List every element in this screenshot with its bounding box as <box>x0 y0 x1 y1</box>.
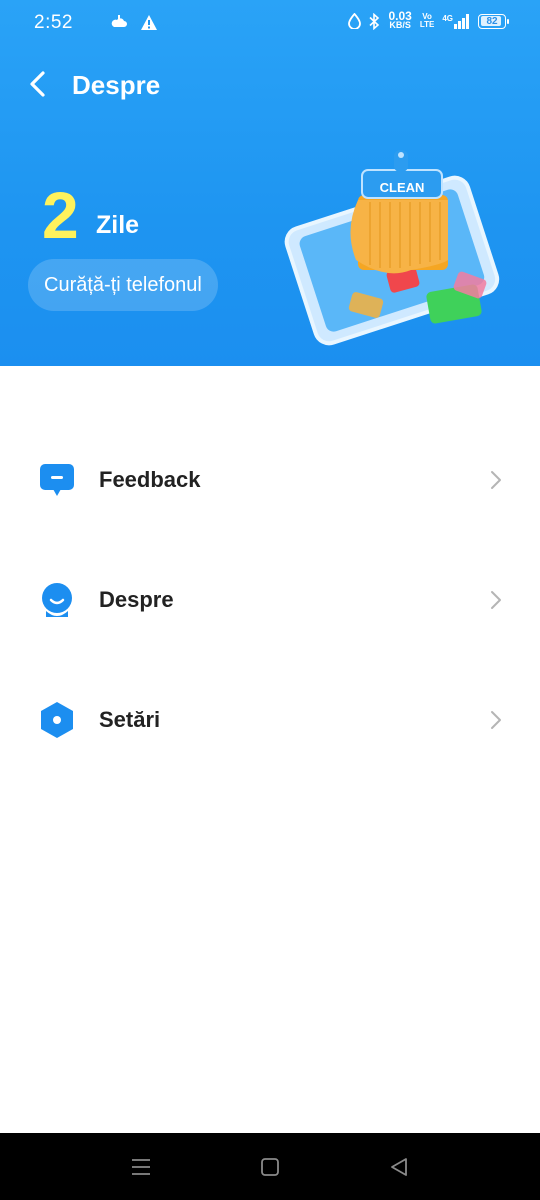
illustration-label: CLEAN <box>380 180 425 195</box>
chevron-right-icon <box>491 711 501 729</box>
battery-indicator: 82 <box>478 13 509 29</box>
notification-icons <box>110 13 158 31</box>
menu-item-settings[interactable]: Setări <box>0 660 540 780</box>
menu-label-feedback: Feedback <box>99 467 201 492</box>
chevron-right-icon <box>491 591 501 609</box>
days-count: 2 <box>42 178 79 252</box>
settings-menu: Feedback Despre Setări <box>0 420 540 780</box>
back-button[interactable] <box>22 66 52 102</box>
recents-menu-icon[interactable] <box>129 1155 153 1179</box>
menu-item-feedback[interactable]: Feedback <box>0 420 540 540</box>
menu-label-about: Despre <box>99 587 174 612</box>
menu-item-about[interactable]: Despre <box>0 540 540 660</box>
signal-icon <box>454 13 469 29</box>
net-speed-unit: KB/S <box>389 20 411 30</box>
feedback-icon <box>40 464 74 496</box>
data-saver-icon <box>348 13 362 29</box>
status-bar: 2:52 0.03 KB/S Vo LTE 4G 82 <box>0 0 540 48</box>
chevron-left-icon <box>30 71 45 97</box>
clean-phone-label: Curăță-ți telefonul <box>44 273 202 296</box>
home-square-icon[interactable] <box>258 1155 282 1179</box>
settings-icon <box>41 702 73 738</box>
menu-label-settings: Setări <box>99 707 161 732</box>
about-icon <box>42 583 72 617</box>
days-unit: Zile <box>96 211 140 239</box>
back-triangle-icon[interactable] <box>387 1155 411 1179</box>
volte-bottom: LTE <box>419 20 435 29</box>
weather-icon <box>111 15 127 27</box>
clean-illustration: CLEAN <box>284 150 500 346</box>
status-time: 2:52 <box>34 12 73 33</box>
clean-phone-button[interactable]: Curăță-ți telefonul <box>28 259 218 311</box>
battery-level: 82 <box>486 15 498 27</box>
chevron-right-icon <box>491 471 501 489</box>
system-icons: 0.03 KB/S Vo LTE 4G 82 <box>348 10 509 30</box>
signal-indicator: 4G <box>442 13 470 29</box>
net-speed: 0.03 KB/S <box>388 10 411 30</box>
page-title: Despre <box>72 70 161 100</box>
warning-icon <box>141 14 157 30</box>
bluetooth-icon <box>369 12 380 30</box>
header-banner: 2:52 0.03 KB/S Vo LTE 4G 82 Despre 2 Zil… <box>0 0 540 366</box>
system-nav-bar <box>0 1133 540 1200</box>
volte-indicator: Vo LTE <box>420 13 435 29</box>
network-type: 4G <box>442 13 453 23</box>
